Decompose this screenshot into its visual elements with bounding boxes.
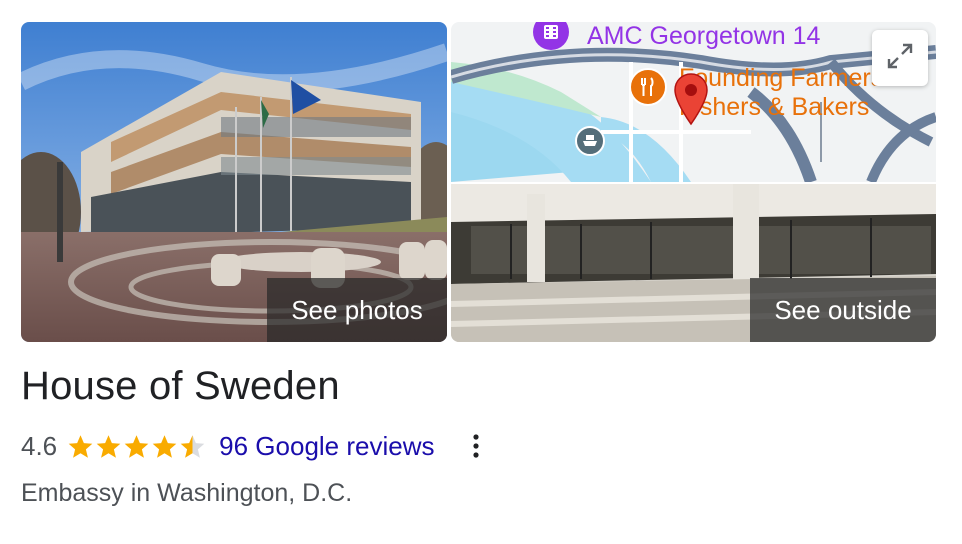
star-icon xyxy=(124,434,149,458)
star-icon xyxy=(152,434,177,458)
star-rating xyxy=(67,433,207,460)
see-outside-label: See outside xyxy=(774,294,912,325)
restaurant-name-line1: Founding Farmers xyxy=(679,64,884,92)
more-options-button[interactable] xyxy=(466,432,486,460)
location-pin-icon xyxy=(673,72,709,131)
place-category: Embassy in Washington, D.C. xyxy=(21,479,353,507)
half-star-icon xyxy=(180,434,205,458)
more-vert-icon xyxy=(466,434,486,464)
rating-value: 4.6 xyxy=(21,430,58,461)
expand-icon xyxy=(885,41,915,76)
expand-map-button[interactable] xyxy=(872,30,928,86)
see-photos-button[interactable]: See photos xyxy=(267,278,447,342)
building-photo[interactable]: See photos xyxy=(21,22,447,342)
star-icon xyxy=(96,434,121,458)
restaurant-name-line2: Fishers & Bakers xyxy=(679,93,870,121)
map-label-cinema[interactable]: AMC Georgetown 14 xyxy=(587,22,820,51)
ferry-icon[interactable] xyxy=(575,126,605,156)
star-icon xyxy=(68,434,93,458)
street-view-preview[interactable]: See outside xyxy=(451,184,936,342)
rating-row: 4.6 96 Google reviews xyxy=(21,428,435,464)
see-photos-label: See photos xyxy=(291,294,423,325)
reviews-link[interactable]: 96 Google reviews xyxy=(219,431,434,462)
restaurant-icon[interactable] xyxy=(629,68,667,106)
map-preview[interactable]: AMC Georgetown 14 Founding Farmers Fishe… xyxy=(451,22,936,182)
place-title: House of Sweden xyxy=(21,364,340,408)
see-outside-button[interactable]: See outside xyxy=(750,278,936,342)
map-label-restaurant[interactable]: Founding Farmers Fishers & Bakers xyxy=(679,64,883,122)
